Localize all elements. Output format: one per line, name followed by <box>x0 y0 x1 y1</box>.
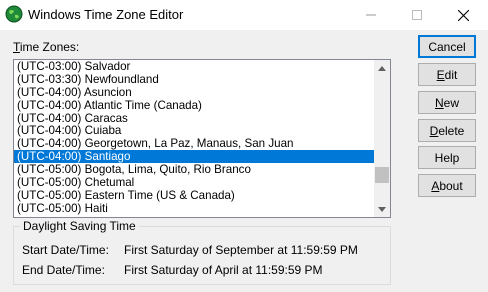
cancel-button[interactable]: Cancel <box>418 35 476 58</box>
close-icon <box>457 9 469 21</box>
time-zone-item[interactable]: (UTC-03:30) Newfoundland <box>14 73 374 86</box>
time-zone-list: (UTC-03:00) Salvador (UTC-03:30) Newfound… <box>14 60 374 215</box>
delete-button[interactable]: Delete <box>418 119 476 142</box>
minimize-button[interactable] <box>348 0 394 30</box>
scroll-thumb[interactable] <box>375 167 389 183</box>
help-button[interactable]: Help <box>418 146 476 169</box>
time-zone-item[interactable]: (UTC-05:00) Bogota, Lima, Quito, Rio Bra… <box>14 163 374 176</box>
minimize-icon <box>366 14 376 16</box>
time-zone-item[interactable]: (UTC-05:00) Haiti <box>14 202 374 215</box>
maximize-button[interactable] <box>394 0 440 30</box>
window-title: Windows Time Zone Editor <box>28 7 184 22</box>
daylight-saving-title: Daylight Saving Time <box>20 219 139 233</box>
globe-icon <box>5 5 23 23</box>
about-button[interactable]: About <box>418 174 476 197</box>
close-button[interactable] <box>440 0 486 30</box>
time-zone-item[interactable]: (UTC-04:00) Santiago <box>14 150 374 163</box>
end-datetime-value: First Saturday of April at 11:59:59 PM <box>124 263 323 277</box>
time-zone-item[interactable]: (UTC-04:00) Asuncion <box>14 86 374 99</box>
scroll-up-button[interactable] <box>374 60 390 76</box>
time-zone-listbox[interactable]: (UTC-03:00) Salvador (UTC-03:30) Newfound… <box>13 59 391 218</box>
scroll-down-button[interactable] <box>374 201 390 217</box>
time-zones-label: Time Zones: <box>13 40 80 54</box>
time-zone-item[interactable]: (UTC-04:00) Cuiaba <box>14 124 374 138</box>
time-zone-item[interactable]: (UTC-05:00) Chetumal <box>14 176 374 189</box>
time-zone-item[interactable]: (UTC-04:00) Atlantic Time (Canada) <box>14 99 374 112</box>
time-zone-item[interactable]: (UTC-03:00) Salvador <box>14 60 374 73</box>
edit-button[interactable]: Edit <box>418 63 476 86</box>
scroll-down-icon <box>378 206 386 212</box>
new-button[interactable]: New <box>418 91 476 114</box>
start-datetime-value: First Saturday of September at 11:59:59 … <box>124 243 358 257</box>
maximize-icon <box>412 10 422 20</box>
vertical-scrollbar[interactable] <box>374 60 390 217</box>
title-bar: Windows Time Zone Editor <box>0 0 488 30</box>
time-zone-item[interactable]: (UTC-04:00) Georgetown, La Paz, Manaus, … <box>14 137 374 150</box>
scroll-up-icon <box>378 65 386 71</box>
time-zone-item[interactable]: (UTC-05:00) Eastern Time (US & Canada) <box>14 189 374 202</box>
start-datetime-label: Start Date/Time: <box>22 243 109 257</box>
time-zone-item[interactable]: (UTC-04:00) Caracas <box>14 112 374 125</box>
end-datetime-label: End Date/Time: <box>22 263 105 277</box>
